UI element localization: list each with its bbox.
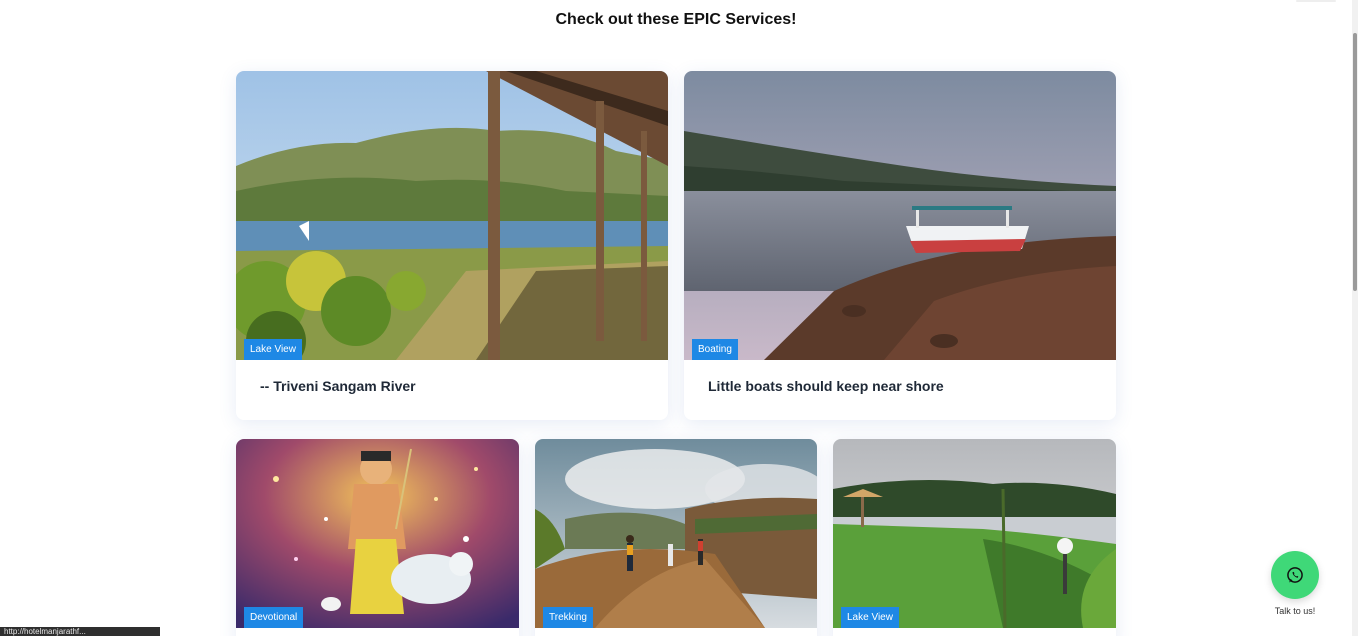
card-caption[interactable]: Little boats should keep near shore bbox=[708, 378, 944, 394]
category-badge: Lake View bbox=[841, 607, 899, 628]
card-photo-deity: Devotional bbox=[236, 439, 519, 628]
scrollbar-thumb[interactable] bbox=[1353, 33, 1357, 291]
card-photo-trek-cliff: Trekking bbox=[535, 439, 817, 628]
card-caption[interactable]: -- Triveni Sangam River bbox=[260, 378, 416, 394]
card-photo-boat-shore: Boating bbox=[684, 71, 1116, 360]
status-bar-url: http://hotelmanjarathf... bbox=[0, 627, 160, 636]
whatsapp-chat-button[interactable] bbox=[1271, 551, 1319, 599]
whatsapp-icon bbox=[1287, 567, 1303, 583]
service-card-lake-view[interactable]: Lake View -- Triveni Sangam River bbox=[236, 71, 668, 420]
card-photo-lake-river: Lake View bbox=[236, 71, 668, 360]
top-edge-control bbox=[1296, 0, 1336, 2]
service-card-devotional[interactable]: Devotional bbox=[236, 439, 519, 636]
service-card-trekking[interactable]: Trekking bbox=[535, 439, 817, 636]
category-badge: Boating bbox=[692, 339, 738, 360]
category-badge: Trekking bbox=[543, 607, 593, 628]
service-card-lake-view-2[interactable]: Lake View bbox=[833, 439, 1116, 636]
page-scrollbar[interactable] bbox=[1352, 0, 1358, 636]
service-card-boating[interactable]: Boating Little boats should keep near sh… bbox=[684, 71, 1116, 420]
category-badge: Devotional bbox=[244, 607, 304, 628]
section-heading: Check out these EPIC Services! bbox=[555, 11, 797, 28]
category-badge: Lake View bbox=[244, 339, 302, 360]
whatsapp-label: Talk to us! bbox=[1274, 606, 1316, 616]
card-photo-lake-garden: Lake View bbox=[833, 439, 1116, 628]
